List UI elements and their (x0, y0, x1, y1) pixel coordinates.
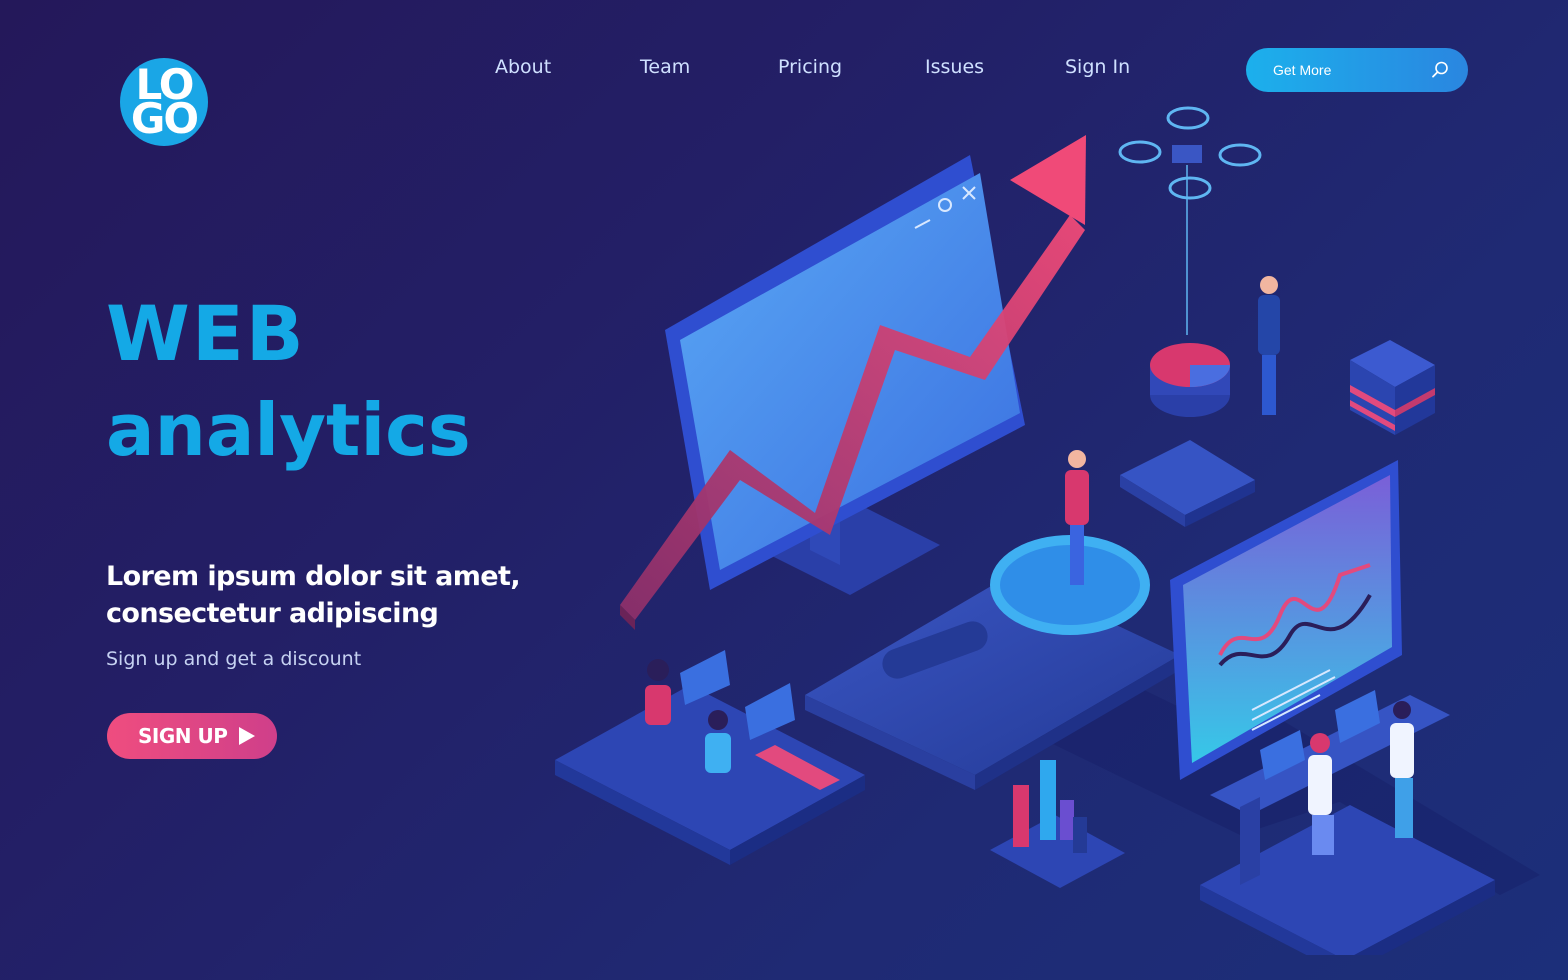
discount-text: Sign up and get a discount (106, 648, 362, 670)
nav-team[interactable]: Team (640, 56, 690, 78)
hero-subtitle: Lorem ipsum dolor sit amet, consectetur … (106, 558, 546, 632)
get-more-search[interactable]: Get More (1246, 48, 1468, 92)
hero-subtitle-line1: Lorem ipsum dolor sit amet, (106, 561, 521, 592)
sign-up-button[interactable]: SIGN UP (107, 713, 277, 759)
left-workspace (555, 650, 865, 865)
logo-text-line2: GO (130, 94, 199, 143)
hero-title: WEB analytics (106, 289, 471, 472)
nav-sign-in[interactable]: Sign In (1065, 56, 1130, 78)
server-stack-icon (1350, 340, 1435, 435)
drone-icon (1118, 106, 1262, 335)
hero-title-line1: WEB (106, 289, 306, 378)
worker-man (705, 710, 731, 773)
web-analytics-illustration (555, 106, 1540, 955)
worker-woman (645, 659, 671, 725)
nav-issues[interactable]: Issues (925, 56, 984, 78)
play-icon (239, 727, 256, 745)
pie-chart-icon (1150, 343, 1230, 417)
logo[interactable]: LO GO (120, 58, 208, 146)
search-label: Get More (1273, 62, 1332, 78)
hero-subtitle-line2: consectetur adipiscing (106, 598, 439, 629)
sign-up-label: SIGN UP (138, 724, 228, 748)
person-analyst (1258, 276, 1280, 415)
nav-about[interactable]: About (495, 56, 551, 78)
search-icon[interactable] (1430, 60, 1450, 80)
nav-pricing[interactable]: Pricing (778, 56, 842, 78)
pad-platform (1120, 440, 1255, 527)
hero-title-line2: analytics (106, 388, 471, 472)
bar-chart-icon (990, 760, 1125, 888)
